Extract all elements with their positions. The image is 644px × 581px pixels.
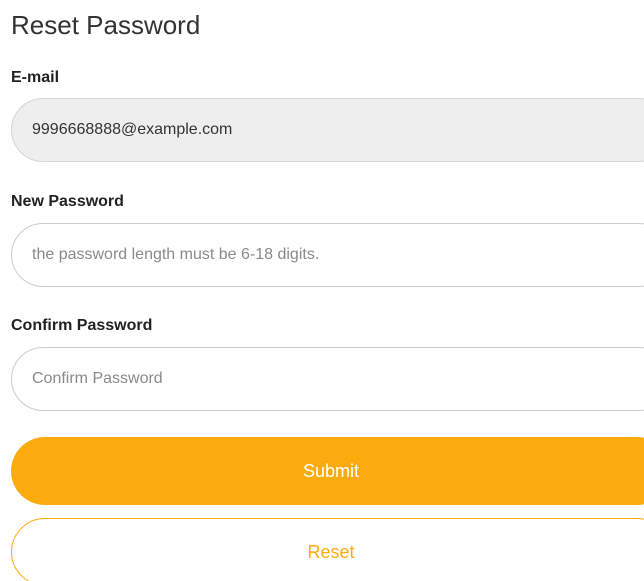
new-password-input[interactable] [11,223,644,287]
email-label: E-mail [11,69,60,86]
submit-button-label: Submit [302,460,360,481]
new-password-label: New Password [11,193,124,210]
submit-button[interactable]: Submit [11,437,644,505]
reset-password-page: Reset Password E-mail New Password Confi… [0,0,644,581]
reset-button-label: Reset [307,541,355,562]
confirm-password-label: Confirm Password [11,317,153,334]
reset-button[interactable]: Reset [11,518,644,581]
email-field[interactable] [11,98,644,162]
confirm-password-input[interactable] [11,347,644,411]
page-title: Reset Password [11,10,201,40]
